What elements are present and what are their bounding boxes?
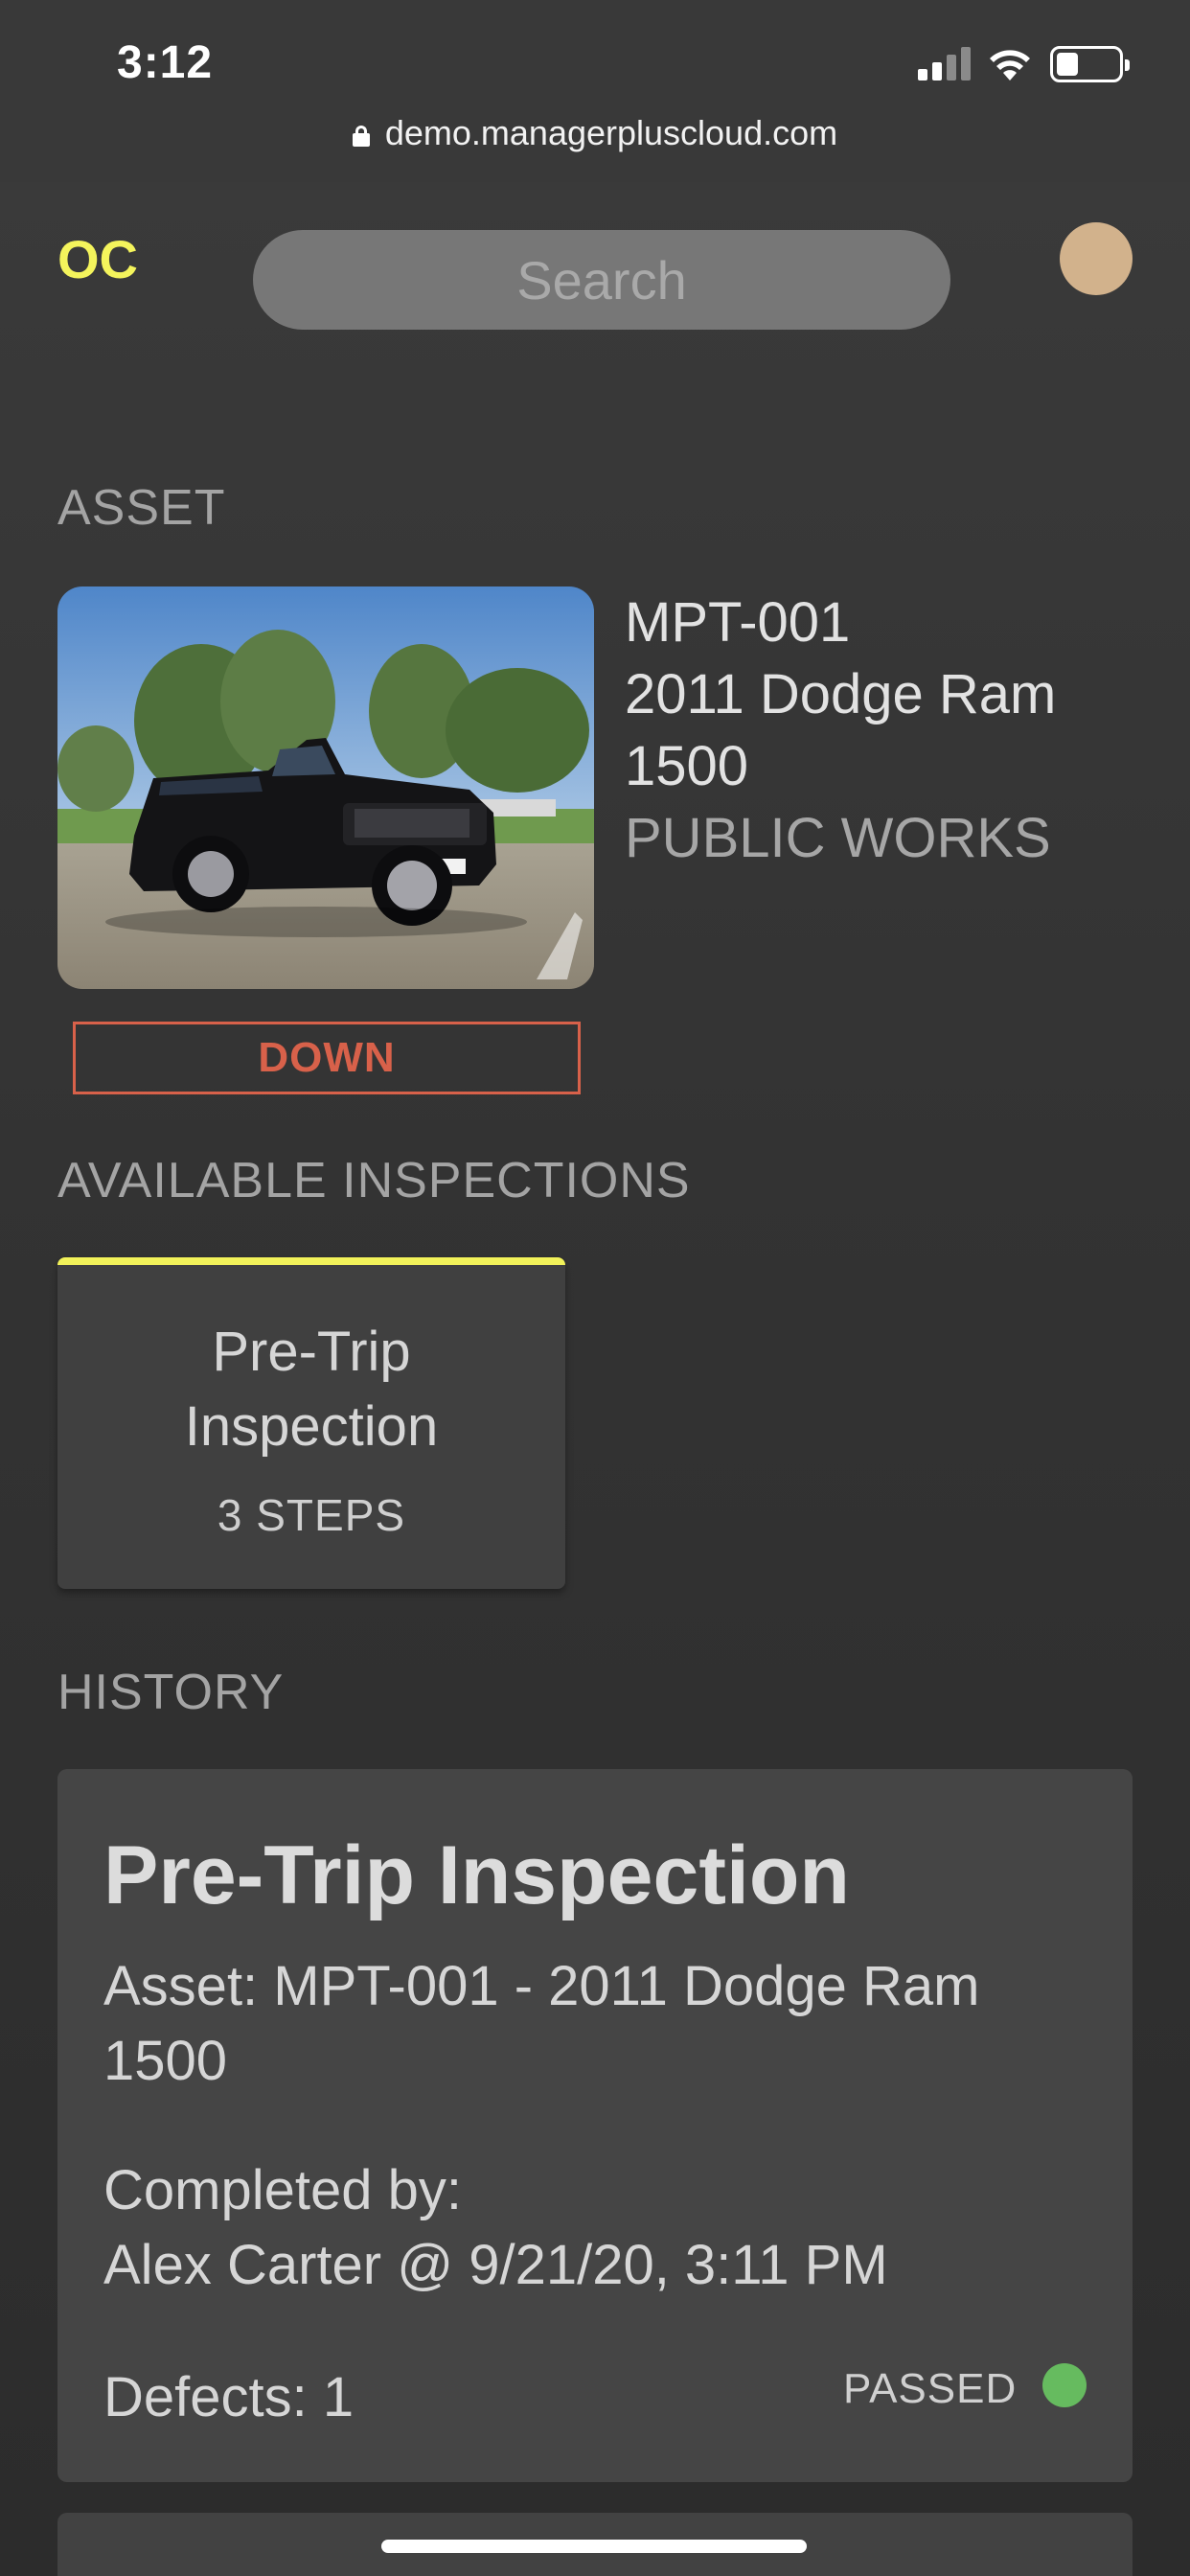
inspection-steps: 3 STEPS <box>217 1490 406 1540</box>
inspection-title: Pre-Trip Inspection <box>184 1321 439 1458</box>
search-input[interactable] <box>253 230 950 330</box>
asset-department: PUBLIC WORKS <box>625 807 1051 869</box>
app-screen: 3:12 demo.managerpluscloud.com OC ASSET <box>0 0 1190 2576</box>
inspection-card[interactable]: Pre-Trip Inspection 3 STEPS <box>57 1257 565 1589</box>
app-logo[interactable]: OC <box>57 228 138 290</box>
truck-image <box>57 586 594 989</box>
history-title: Pre-Trip Inspection <box>103 1829 850 1921</box>
history-section-label: HISTORY <box>57 1665 285 1720</box>
address-bar[interactable]: demo.managerpluscloud.com <box>0 113 1190 153</box>
battery-icon <box>1050 46 1130 82</box>
status-bar: 3:12 demo.managerpluscloud.com <box>0 0 1190 182</box>
completed-by-label: Completed by: <box>103 2159 462 2221</box>
home-indicator[interactable] <box>381 2540 807 2553</box>
history-card[interactable]: Pre-Trip Inspection Asset: MPT-001 - 201… <box>57 1769 1133 2482</box>
defects-count: Defects: 1 <box>103 2366 355 2428</box>
lock-icon <box>352 126 370 147</box>
cellular-signal-icon <box>918 46 972 80</box>
status-time: 3:12 <box>117 37 214 88</box>
completed-by-value: Alex Carter @ 9/21/20, 3:11 PM <box>103 2234 888 2296</box>
url-text: demo.managerpluscloud.com <box>384 113 838 152</box>
status-badge: DOWN <box>73 1022 581 1094</box>
inspections-section-label: AVAILABLE INSPECTIONS <box>57 1153 691 1208</box>
asset-id: MPT-001 <box>625 591 851 654</box>
result-status: PASSED <box>843 2365 1018 2412</box>
passed-status-dot-icon <box>1042 2363 1087 2407</box>
avatar[interactable] <box>1060 222 1133 295</box>
asset-section-label: ASSET <box>57 480 226 536</box>
wifi-icon <box>990 50 1030 80</box>
asset-name: 2011 Dodge Ram 1500 <box>625 663 1057 797</box>
asset-details: MPT-001 2011 Dodge Ram 1500 PUBLIC WORKS <box>625 586 1161 874</box>
asset-photo[interactable] <box>57 586 594 989</box>
history-asset: Asset: MPT-001 - 2011 Dodge Ram 1500 <box>103 1955 980 2092</box>
